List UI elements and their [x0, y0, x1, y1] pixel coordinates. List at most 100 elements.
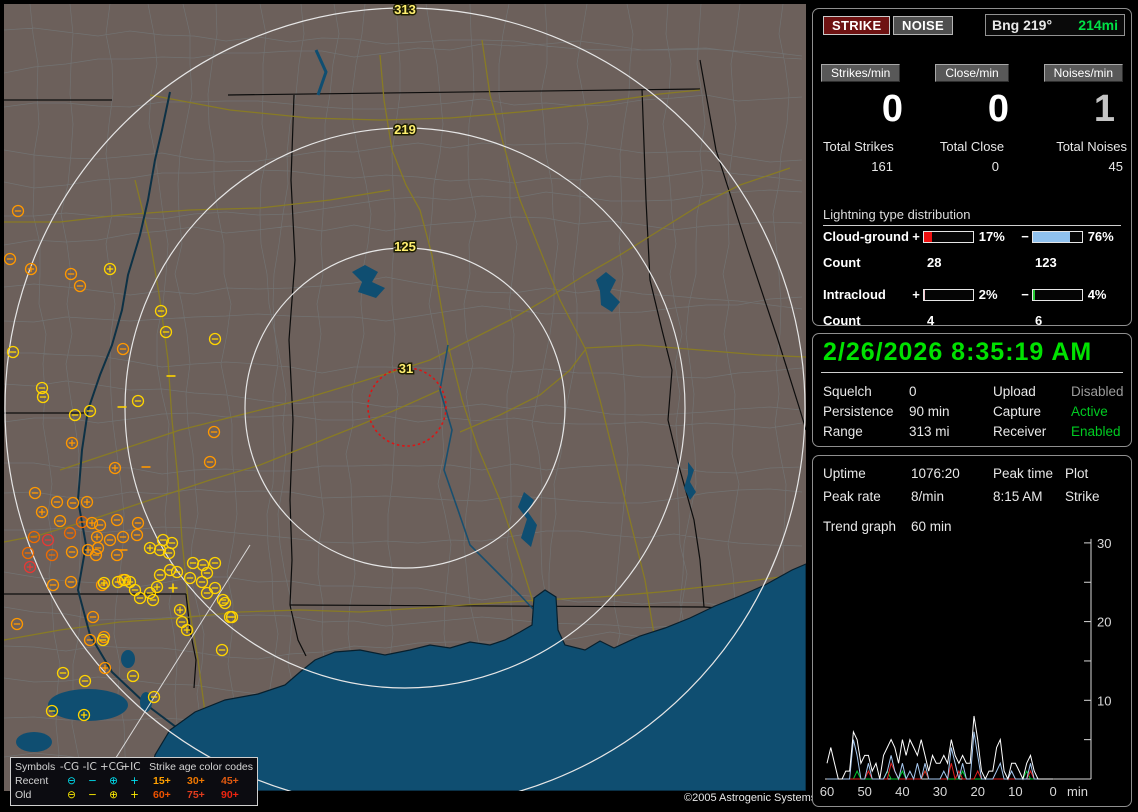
totals-values-row: 161 0 45 [813, 159, 1131, 174]
svg-text:30: 30 [1097, 536, 1111, 551]
svg-text:50: 50 [857, 784, 871, 799]
persistence-label: Persistence [823, 404, 894, 419]
svg-text:60: 60 [820, 784, 834, 799]
ic-neg-count: 6 [1035, 313, 1042, 328]
bearing-readout: Bng 219° 214mi [985, 14, 1125, 36]
strike-mode-button[interactable]: STRIKE [823, 16, 890, 35]
total-noises-label: Total Noises [1025, 139, 1131, 154]
bearing-distance: 214mi [1078, 17, 1118, 33]
svg-text:20: 20 [970, 784, 984, 799]
distribution-header: Lightning type distribution [823, 207, 1121, 226]
total-strikes-value: 161 [813, 159, 919, 174]
map-symbol-legend: Symbols -CG -IC +CG +IC Strike age color… [10, 757, 258, 806]
count-label: Count [823, 313, 927, 328]
cloud-ground-count-row: Count 28 123 [823, 255, 1127, 270]
cloud-ground-row: Cloud-ground + 17% − 76% [823, 229, 1127, 244]
range-label: Range [823, 424, 863, 439]
peak-rate-value: 8/min [911, 489, 944, 504]
datetime-underline [821, 372, 1123, 373]
peak-rate-label: Peak rate [823, 489, 881, 504]
svg-text:10: 10 [1097, 693, 1111, 708]
intracloud-count-row: Count 4 6 [823, 313, 1127, 328]
trend-chart: 1020306050403020100min [813, 456, 1133, 806]
status-panel: 2/26/2026 8:35:19 AM Squelch 0 Upload Di… [812, 333, 1132, 447]
legend-symbols-header: Symbols [15, 760, 59, 774]
cg-pos-count: 28 [927, 255, 1035, 270]
intracloud-row: Intracloud + 2% − 4% [823, 287, 1127, 302]
age-code-90: 90+ [213, 788, 247, 802]
svg-text:0: 0 [1049, 784, 1056, 799]
legend-col-cg-pos: +CG [100, 760, 121, 774]
cg-pos-bar [923, 231, 974, 243]
plus-sign: + [909, 229, 923, 244]
recent-ic-neg-icon: − [82, 774, 103, 788]
plot-label: Plot [1065, 466, 1088, 481]
legend-recent-label: Recent [15, 774, 61, 788]
lightning-detector-app: { "window": { "copyright": "©2005 Astrog… [0, 0, 1138, 812]
close-per-min-value: 0 [919, 85, 1025, 133]
svg-text:40: 40 [895, 784, 909, 799]
ic-pos-pct: 2% [979, 287, 1018, 302]
recent-ic-pos-icon: + [124, 774, 145, 788]
noise-mode-button[interactable]: NOISE [893, 16, 953, 35]
age-code-15: 15+ [145, 774, 179, 788]
cloud-ground-label: Cloud-ground [823, 229, 909, 244]
trend-graph-label: Trend graph [823, 519, 896, 534]
noises-per-min-button[interactable]: Noises/min [1044, 64, 1123, 82]
rate-buttons-row: Strikes/min Close/min Noises/min [813, 64, 1131, 82]
age-code-60: 60+ [145, 788, 179, 802]
svg-text:219: 219 [394, 122, 416, 137]
old-cg-pos-icon: ⊕ [103, 788, 124, 802]
svg-text:125: 125 [394, 239, 416, 254]
age-code-30: 30+ [179, 774, 213, 788]
old-ic-neg-icon: − [82, 788, 103, 802]
lightning-map-display: 31321912531 Symbols -CG -IC +CG +IC Stri… [4, 4, 806, 791]
svg-text:30: 30 [933, 784, 947, 799]
total-close-value: 0 [919, 159, 1025, 174]
ic-pos-bar [923, 289, 974, 301]
count-label: Count [823, 255, 927, 270]
squelch-value: 0 [909, 384, 917, 399]
minus-sign: − [1018, 287, 1032, 302]
plot-mode-value: Strike [1065, 489, 1100, 504]
upload-state: Disabled [1071, 384, 1124, 399]
legend-age-header: Strike age color codes [141, 760, 253, 774]
recent-cg-neg-icon: ⊖ [61, 774, 82, 788]
copyright-text: ©2005 Astrogenic Systems [684, 792, 816, 804]
intracloud-label: Intracloud [823, 287, 909, 302]
total-strikes-label: Total Strikes [813, 139, 919, 154]
cg-neg-bar [1032, 231, 1083, 243]
ic-neg-bar [1032, 289, 1083, 301]
old-ic-pos-icon: + [124, 788, 145, 802]
svg-text:min: min [1067, 784, 1088, 799]
datetime-display: 2/26/2026 8:35:19 AM [823, 338, 1092, 367]
legend-old-label: Old [15, 788, 61, 802]
bearing-label: Bng 219° [992, 17, 1052, 33]
receiver-label: Receiver [993, 424, 1046, 439]
total-close-label: Total Close [919, 139, 1025, 154]
capture-state: Active [1071, 404, 1108, 419]
svg-text:31: 31 [399, 361, 413, 376]
totals-labels-row: Total Strikes Total Close Total Noises [813, 139, 1131, 154]
legend-recent-row: Recent ⊖ − ⊕ + 15+ 30+ 45+ [15, 774, 253, 788]
cg-neg-pct: 76% [1088, 229, 1127, 244]
persistence-value: 90 min [909, 404, 950, 419]
capture-label: Capture [993, 404, 1041, 419]
cg-neg-count: 123 [1035, 255, 1057, 270]
strikes-per-min-button[interactable]: Strikes/min [821, 64, 900, 82]
strikes-per-min-value: 0 [813, 85, 919, 133]
legend-col-ic-neg: -IC [80, 760, 100, 774]
peak-time-value: 8:15 AM [993, 489, 1043, 504]
old-cg-neg-icon: ⊖ [61, 788, 82, 802]
close-per-min-button[interactable]: Close/min [935, 64, 1008, 82]
legend-col-ic-pos: +IC [121, 760, 141, 774]
ic-pos-count: 4 [927, 313, 1035, 328]
ic-neg-pct: 4% [1088, 287, 1127, 302]
recent-cg-pos-icon: ⊕ [103, 774, 124, 788]
squelch-label: Squelch [823, 384, 872, 399]
legend-old-row: Old ⊖ − ⊕ + 60+ 75+ 90+ [15, 788, 253, 802]
upload-label: Upload [993, 384, 1036, 399]
strike-counters-panel: STRIKE NOISE Bng 219° 214mi Strikes/min … [812, 8, 1132, 326]
plus-sign: + [909, 287, 923, 302]
svg-text:10: 10 [1008, 784, 1022, 799]
